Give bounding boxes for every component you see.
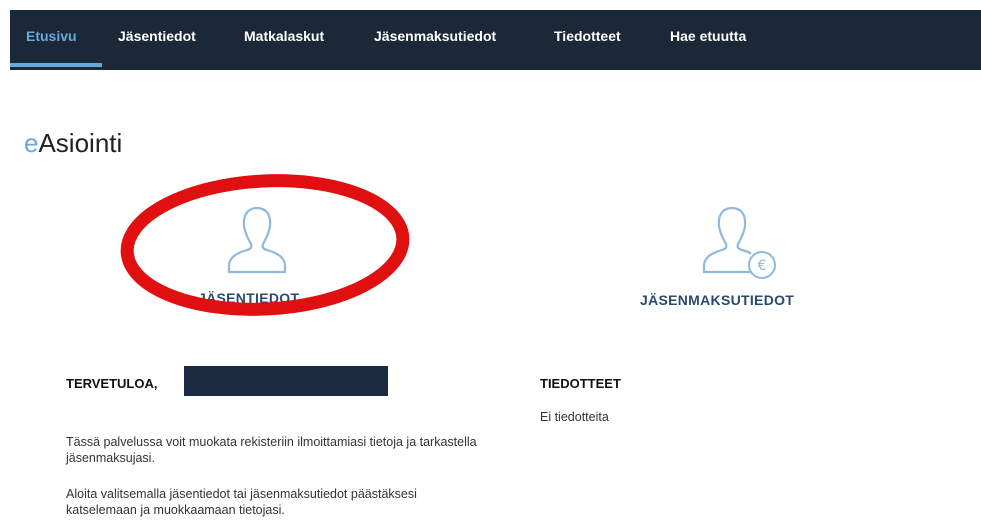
nav-item-label: Etusivu <box>26 28 77 44</box>
redacted-username <box>184 366 388 396</box>
nav-item-matkalaskut[interactable]: Matkalaskut <box>244 10 324 70</box>
welcome-paragraph-2: Aloita valitsemalla jäsentiedot tai jäse… <box>66 487 417 517</box>
page-title-prefix: e <box>24 128 39 158</box>
welcome-paragraph-1: Tässä palvelussa voit muokata rekisterii… <box>66 435 477 465</box>
nav-item-jasentiedot[interactable]: Jäsentiedot <box>118 10 196 70</box>
nav-item-etusivu[interactable]: Etusivu <box>26 10 77 70</box>
nav-item-label: Matkalaskut <box>244 28 325 44</box>
nav-item-hae-etuutta[interactable]: Hae etuutta <box>670 10 746 70</box>
nav-item-label: Hae etuutta <box>670 28 747 44</box>
nav-item-label: Tiedotteet <box>554 28 621 44</box>
nav-item-label: Jäsenmaksutiedot <box>374 28 497 44</box>
nav-item-label: Jäsentiedot <box>118 28 196 44</box>
active-tab-indicator <box>10 63 102 67</box>
svg-text:€: € <box>758 258 767 274</box>
nav-item-jasenmaksutiedot[interactable]: Jäsenmaksutiedot <box>374 10 496 70</box>
membership-fees-label: JÄSENMAKSUTIEDOT <box>640 292 795 308</box>
user-euro-icon: € <box>702 206 776 279</box>
announcements-heading: TIEDOTTEET <box>540 376 621 391</box>
nav-item-tiedotteet[interactable]: Tiedotteet <box>554 10 621 70</box>
red-highlight-ellipse <box>120 174 410 316</box>
page: Etusivu Jäsentiedot Matkalaskut Jäsenmak… <box>0 0 981 532</box>
page-title: eAsiointi <box>24 128 122 159</box>
welcome-heading: TERVETULOA, <box>66 376 158 391</box>
membership-fees-card[interactable]: € JÄSENMAKSUTIEDOT <box>630 200 840 315</box>
announcements-empty-text: Ei tiedotteita <box>540 410 609 424</box>
top-navigation: Etusivu Jäsentiedot Matkalaskut Jäsenmak… <box>10 10 981 70</box>
page-title-text: Asiointi <box>38 128 123 158</box>
